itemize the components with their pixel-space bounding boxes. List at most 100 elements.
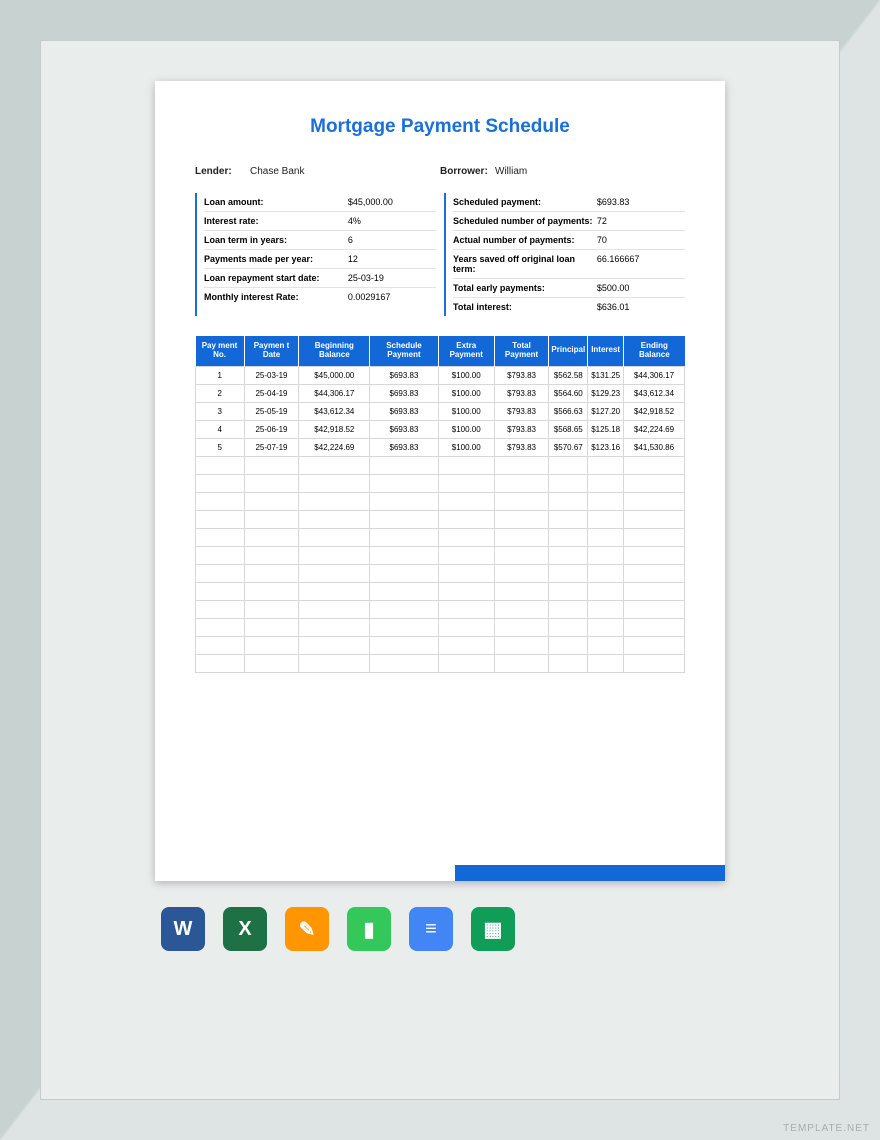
summary-row: Actual number of payments:70 (453, 231, 685, 250)
table-row: 525-07-19$42,224.69$693.83$100.00$793.83… (196, 438, 685, 456)
table-cell-empty (494, 618, 549, 636)
google-docs-icon[interactable]: ≡ (409, 907, 453, 951)
table-cell-empty (549, 510, 588, 528)
table-cell-empty (370, 654, 439, 672)
table-cell-empty (299, 474, 370, 492)
table-cell-empty (244, 564, 299, 582)
table-cell-empty (244, 528, 299, 546)
table-cell-empty (438, 546, 494, 564)
payment-schedule-table: Pay ment No.Paymen t DateBeginning Balan… (195, 336, 685, 673)
table-cell-empty (370, 510, 439, 528)
table-cell-empty (549, 564, 588, 582)
table-cell-empty (588, 600, 624, 618)
summary-key: Monthly interest Rate: (204, 292, 348, 302)
table-cell-empty (494, 582, 549, 600)
table-cell-empty (370, 582, 439, 600)
table-cell-empty (438, 582, 494, 600)
table-cell: 2 (196, 384, 245, 402)
table-cell-empty (549, 636, 588, 654)
summary-value: $636.01 (597, 302, 685, 312)
table-cell-empty (196, 582, 245, 600)
footer-accent-bar (455, 865, 725, 881)
table-cell-empty (624, 564, 685, 582)
google-sheets-icon[interactable]: ▦ (471, 907, 515, 951)
apple-numbers-icon[interactable]: ▮ (347, 907, 391, 951)
table-cell: 25-06-19 (244, 420, 299, 438)
table-cell-empty (588, 564, 624, 582)
summary-value: $693.83 (597, 197, 685, 207)
summary-key: Actual number of payments: (453, 235, 597, 245)
ms-word-icon[interactable]: W (161, 907, 205, 951)
table-cell-empty (549, 654, 588, 672)
table-cell-empty (299, 564, 370, 582)
table-cell-empty (588, 546, 624, 564)
table-cell-empty (244, 654, 299, 672)
table-cell-empty (438, 564, 494, 582)
table-cell: 1 (196, 366, 245, 384)
table-cell: $42,224.69 (299, 438, 370, 456)
summary-key: Total interest: (453, 302, 597, 312)
table-cell-empty (244, 582, 299, 600)
summary-value: 70 (597, 235, 685, 245)
table-cell: $129.23 (588, 384, 624, 402)
table-cell-empty (299, 636, 370, 654)
table-cell: $42,224.69 (624, 420, 685, 438)
table-header-cell: Total Payment (494, 336, 549, 366)
table-row-empty (196, 564, 685, 582)
summary-key: Years saved off original loan term: (453, 254, 597, 274)
borrower-label: Borrower: (440, 166, 495, 177)
summary-row: Loan term in years:6 (204, 231, 436, 250)
table-row-empty (196, 582, 685, 600)
table-cell: $100.00 (438, 438, 494, 456)
summary-key: Scheduled number of payments: (453, 216, 597, 226)
table-cell-empty (196, 492, 245, 510)
table-cell: $570.67 (549, 438, 588, 456)
table-cell-empty (588, 636, 624, 654)
table-cell-empty (244, 456, 299, 474)
table-row: 425-06-19$42,918.52$693.83$100.00$793.83… (196, 420, 685, 438)
table-cell-empty (624, 654, 685, 672)
table-cell-empty (438, 528, 494, 546)
table-cell: $693.83 (370, 420, 439, 438)
summary-row: Loan amount:$45,000.00 (204, 193, 436, 212)
table-cell-empty (624, 546, 685, 564)
table-cell: $793.83 (494, 420, 549, 438)
summary-right: Scheduled payment:$693.83 Scheduled numbe… (444, 193, 685, 316)
table-cell-empty (549, 474, 588, 492)
table-cell-empty (438, 492, 494, 510)
preview-card: Mortgage Payment Schedule Lender: Chase … (40, 40, 840, 1100)
table-cell: 25-03-19 (244, 366, 299, 384)
table-cell: $45,000.00 (299, 366, 370, 384)
table-row-empty (196, 492, 685, 510)
table-cell-empty (588, 456, 624, 474)
table-cell-empty (196, 564, 245, 582)
ms-excel-icon[interactable]: X (223, 907, 267, 951)
summary-row: Scheduled payment:$693.83 (453, 193, 685, 212)
table-header-cell: Extra Payment (438, 336, 494, 366)
table-cell: 4 (196, 420, 245, 438)
table-cell-empty (438, 636, 494, 654)
watermark: TEMPLATE.NET (783, 1123, 870, 1134)
table-row: 325-05-19$43,612.34$693.83$100.00$793.83… (196, 402, 685, 420)
apple-pages-icon[interactable]: ✎ (285, 907, 329, 951)
table-cell-empty (624, 618, 685, 636)
summary-section: Loan amount:$45,000.00Interest rate:4%Lo… (195, 193, 685, 316)
table-cell: $100.00 (438, 366, 494, 384)
table-cell-empty (370, 456, 439, 474)
table-row-empty (196, 546, 685, 564)
table-cell-empty (196, 528, 245, 546)
table-cell-empty (494, 474, 549, 492)
table-cell-empty (438, 510, 494, 528)
table-cell: $793.83 (494, 366, 549, 384)
parties-row: Lender: Chase Bank Borrower: William (195, 166, 685, 177)
summary-key: Total early payments: (453, 283, 597, 293)
table-cell-empty (244, 600, 299, 618)
table-cell: $100.00 (438, 384, 494, 402)
table-cell: $693.83 (370, 402, 439, 420)
lender-value: Chase Bank (250, 166, 304, 177)
table-row: 125-03-19$45,000.00$693.83$100.00$793.83… (196, 366, 685, 384)
table-cell: $100.00 (438, 420, 494, 438)
table-cell-empty (438, 654, 494, 672)
table-cell-empty (494, 456, 549, 474)
summary-key: Loan repayment start date: (204, 273, 348, 283)
